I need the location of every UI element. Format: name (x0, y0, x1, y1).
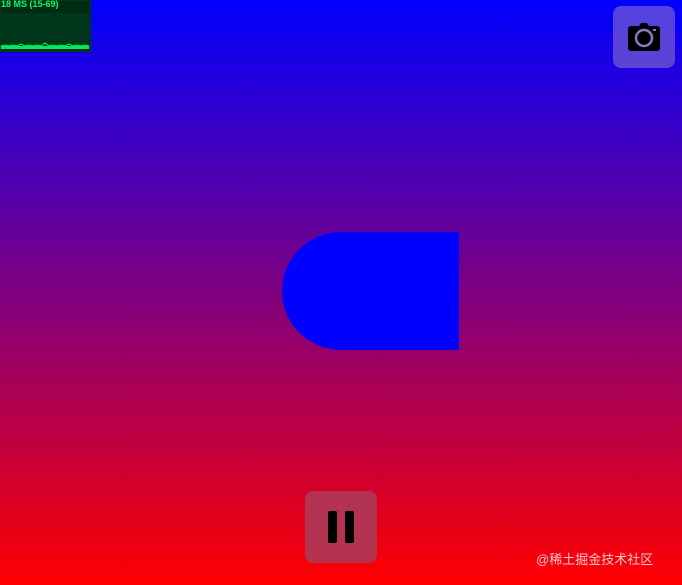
square-shape (341, 232, 459, 350)
camera-icon (628, 23, 660, 51)
perf-graph (1, 13, 89, 49)
perf-ms-readout: 18 MS (15-69) (1, 0, 59, 9)
scene-shape (282, 232, 459, 350)
pause-icon (328, 511, 354, 543)
pause-button[interactable] (305, 491, 377, 563)
screenshot-button[interactable] (613, 6, 675, 68)
watermark: @稀土掘金技术社区 (536, 552, 654, 567)
half-circle-shape (282, 232, 341, 350)
perf-monitor: 18 MS (15-69) (0, 0, 91, 52)
perf-graph-line (1, 42, 89, 49)
